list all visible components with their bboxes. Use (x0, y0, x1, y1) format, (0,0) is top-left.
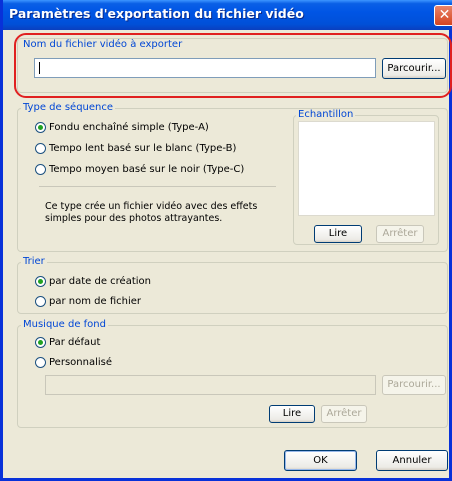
radio-type-b-label: Tempo lent basé sur le blanc (Type-B) (49, 143, 237, 154)
radio-sort-name[interactable] (35, 296, 46, 307)
sequence-description: Ce type crée un fichier vidéo avec des e… (45, 201, 257, 225)
ok-button[interactable]: OK (284, 450, 357, 471)
close-button[interactable]: ✕ (434, 5, 452, 26)
description-line-2: simples pour des photos attrayantes. (45, 213, 223, 224)
export-dialog: Paramètres d'exportation du fichier vidé… (0, 0, 452, 481)
sample-legend: Echantillon (296, 109, 356, 121)
radio-type-b[interactable] (35, 143, 46, 154)
music-play-button[interactable]: Lire (269, 405, 315, 423)
radio-type-c-label: Tempo moyen basé sur le noir (Type-C) (49, 164, 245, 175)
radio-type-a-label: Fondu enchaîné simple (Type-A) (49, 122, 209, 133)
music-path-input[interactable] (45, 375, 376, 395)
sample-preview (298, 121, 435, 216)
description-line-1: Ce type crée un fichier vidéo avec des e… (45, 201, 258, 212)
music-legend: Musique de fond (21, 319, 108, 331)
music-stop-button[interactable]: Arrêter (321, 405, 367, 423)
radio-type-a[interactable] (35, 122, 46, 133)
sample-play-button[interactable]: Lire (314, 225, 362, 243)
radio-music-custom[interactable] (35, 357, 46, 368)
radio-music-custom-label: Personnalisé (49, 357, 112, 368)
radio-sort-date[interactable] (35, 276, 46, 287)
title-bar[interactable]: Paramètres d'exportation du fichier vidé… (3, 0, 452, 30)
sequence-legend: Type de séquence (21, 102, 116, 114)
cancel-button[interactable]: Annuler (376, 450, 448, 471)
music-browse-button[interactable]: Parcourir... (382, 375, 446, 395)
highlight-annotation (14, 33, 452, 98)
radio-type-c[interactable] (35, 164, 46, 175)
radio-sort-date-label: par date de création (49, 276, 151, 287)
radio-sort-name-label: par nom de fichier (49, 296, 141, 307)
sample-stop-button[interactable]: Arrêter (376, 225, 424, 243)
radio-music-default[interactable] (35, 337, 46, 348)
window-title: Paramètres d'exportation du fichier vidé… (9, 6, 304, 21)
sequence-separator (39, 186, 276, 187)
radio-music-default-label: Par défaut (49, 337, 101, 348)
sort-legend: Trier (21, 256, 47, 268)
close-icon: ✕ (438, 7, 451, 23)
